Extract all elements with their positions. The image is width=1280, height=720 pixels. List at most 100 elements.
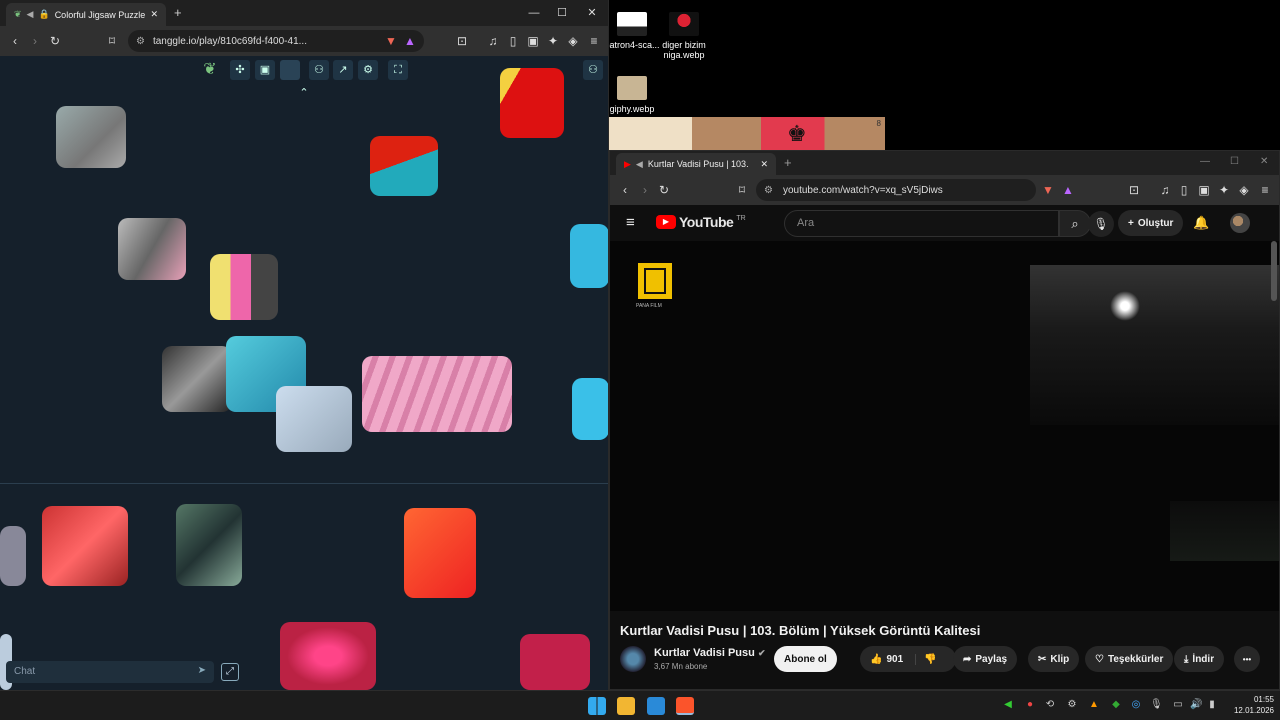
menu-icon[interactable]: ≡ <box>1257 182 1273 198</box>
expand-chat-icon[interactable]: ⤢ <box>221 663 239 681</box>
brave-browser-icon[interactable] <box>676 697 694 715</box>
more-actions-button[interactable]: ••• <box>1234 646 1260 672</box>
puzzle-piece[interactable] <box>370 136 438 196</box>
forward-icon[interactable]: › <box>637 182 653 198</box>
players-icon[interactable]: ⚇ <box>309 60 329 80</box>
vpn-icon[interactable]: ◈ <box>565 33 581 49</box>
channel-avatar[interactable] <box>620 646 646 672</box>
puzzle-piece[interactable] <box>118 218 186 280</box>
tanggle-logo-icon[interactable]: ❦ <box>200 60 220 80</box>
file-explorer-icon[interactable] <box>617 697 635 715</box>
settings-icon[interactable]: ⚙ <box>358 60 378 80</box>
close-button[interactable]: ✕ <box>576 0 608 26</box>
puzzle-piece[interactable] <box>570 224 608 288</box>
music-icon[interactable]: ♫ <box>1157 182 1173 198</box>
page-scrollbar[interactable] <box>1271 241 1277 301</box>
maximize-button[interactable]: ☐ <box>1230 156 1239 167</box>
site-settings-icon[interactable]: ⚙ <box>764 185 773 196</box>
channel-name-row[interactable]: Kurtlar Vadisi Pusu ✔ <box>654 647 765 659</box>
chess-window-strip[interactable]: 8 ♚ <box>609 117 885 151</box>
photos-icon[interactable] <box>647 697 665 715</box>
wallet-icon[interactable]: ▣ <box>525 33 541 49</box>
dislike-icon[interactable]: 👎 <box>915 653 937 665</box>
ai-icon[interactable]: ✦ <box>1216 182 1232 198</box>
search-button[interactable]: ⌕ <box>1059 210 1091 237</box>
tray-app-icon[interactable]: ⟲ <box>1044 699 1056 711</box>
brave-shield-icon[interactable]: ▼ <box>1040 182 1056 198</box>
puzzle-piece[interactable] <box>572 378 608 440</box>
address-bar[interactable]: ⚙ youtube.com/watch?v=xq_sV5jDiws <box>756 179 1036 201</box>
rewards-icon[interactable]: ▲ <box>402 33 418 49</box>
wallet-icon[interactable]: ▣ <box>1196 182 1212 198</box>
clip-button[interactable]: ✂ Klip <box>1028 646 1080 672</box>
new-tab-button[interactable]: + <box>784 155 792 170</box>
network-icon[interactable]: ▭ <box>1172 699 1184 711</box>
chat-input[interactable]: Chat ➤ <box>6 661 214 683</box>
forward-icon[interactable]: › <box>27 33 43 49</box>
like-icon[interactable]: 👍 <box>870 654 882 665</box>
puzzle-piece[interactable] <box>176 504 242 586</box>
vpn-icon[interactable]: ◈ <box>1236 182 1252 198</box>
voice-search-icon[interactable]: 🎙 <box>1088 211 1114 237</box>
puzzle-piece[interactable] <box>0 526 26 586</box>
puzzle-piece[interactable] <box>500 68 564 138</box>
pieces-icon[interactable]: ✣ <box>230 60 250 80</box>
rewards-icon[interactable]: ▲ <box>1060 182 1076 198</box>
youtube-logo[interactable]: ▶ YouTube TR <box>656 214 746 230</box>
puzzle-piece[interactable] <box>210 254 278 320</box>
share-button[interactable]: ➦ Paylaş <box>953 646 1018 672</box>
puzzle-board[interactable]: ❦ ✣ ▣ ⚇ ↗ ⚙ ⛶ ⌃ ⚇ Chat ➤ ⤢ <box>0 56 608 690</box>
puzzle-piece[interactable] <box>276 386 352 452</box>
ai-icon[interactable]: ✦ <box>545 33 561 49</box>
bookmark-icon[interactable]: ⌑ <box>734 182 750 198</box>
puzzle-piece[interactable] <box>42 506 128 586</box>
background-color-icon[interactable] <box>280 60 300 80</box>
new-tab-button[interactable]: + <box>174 5 182 20</box>
tab-close-icon[interactable]: ✕ <box>150 9 158 20</box>
puzzle-piece[interactable] <box>404 508 476 598</box>
sidebar-icon[interactable]: ▯ <box>1176 182 1192 198</box>
collapse-toolbar-icon[interactable]: ⌃ <box>294 83 314 103</box>
thanks-button[interactable]: ♡ Teşekkürler <box>1085 646 1174 672</box>
share-icon[interactable]: ↗ <box>333 60 353 80</box>
avatar[interactable] <box>1230 213 1250 233</box>
fullscreen-icon[interactable]: ⛶ <box>388 60 408 80</box>
back-icon[interactable]: ‹ <box>7 33 23 49</box>
microphone-icon[interactable]: 🎙 <box>1150 699 1163 711</box>
battery-icon[interactable]: ▮ <box>1206 699 1218 711</box>
tray-app-icon[interactable]: ◀ <box>1002 699 1014 711</box>
music-icon[interactable]: ♫ <box>485 33 501 49</box>
tab-puzzle[interactable]: ❦ ◀ 🔒 Colorful Jigsaw Puzzle ✕ <box>6 3 166 26</box>
puzzle-piece[interactable] <box>520 634 590 690</box>
screenshot-icon[interactable]: ⊡ <box>1126 182 1142 198</box>
sidebar-icon[interactable]: ▯ <box>505 33 521 49</box>
tray-app-icon[interactable]: ▲ <box>1088 699 1100 711</box>
video-player[interactable]: PANA FILM <box>610 241 1279 611</box>
tray-app-icon[interactable]: ● <box>1024 699 1036 711</box>
puzzle-piece[interactable] <box>280 622 376 690</box>
puzzle-piece[interactable] <box>362 356 512 432</box>
desktop-file-diger[interactable]: diger bizim niga.webp <box>648 12 720 60</box>
download-button[interactable]: ⤓ İndir <box>1174 646 1225 672</box>
site-settings-icon[interactable]: ⚙ <box>136 36 145 47</box>
tray-app-icon[interactable]: ⚙ <box>1066 699 1078 711</box>
notifications-bell-icon[interactable]: 🔔 <box>1193 215 1209 231</box>
brave-shield-icon[interactable]: ▼ <box>383 33 399 49</box>
puzzle-piece[interactable] <box>56 106 126 168</box>
reload-icon[interactable]: ↻ <box>656 182 672 198</box>
tab-youtube[interactable]: ▶ ◀ Kurtlar Vadisi Pusu | 103. Bölüm ✕ <box>616 153 776 175</box>
puzzle-piece[interactable] <box>162 346 232 412</box>
tab-close-icon[interactable]: ✕ <box>760 159 768 170</box>
bookmark-icon[interactable]: ⌑ <box>104 33 120 49</box>
back-icon[interactable]: ‹ <box>617 182 633 198</box>
send-icon[interactable]: ➤ <box>198 665 206 676</box>
hamburger-menu-icon[interactable]: ≡ <box>626 214 635 231</box>
maximize-button[interactable]: ☐ <box>546 0 578 26</box>
volume-icon[interactable]: 🔊 <box>1190 699 1202 711</box>
create-button[interactable]: + Oluştur <box>1118 210 1184 236</box>
subscribe-button[interactable]: Abone ol <box>774 646 837 672</box>
search-input[interactable]: Ara <box>784 210 1059 237</box>
reload-icon[interactable]: ↻ <box>47 33 63 49</box>
tray-app-icon[interactable]: ◎ <box>1130 699 1142 711</box>
menu-icon[interactable]: ≡ <box>586 33 602 49</box>
